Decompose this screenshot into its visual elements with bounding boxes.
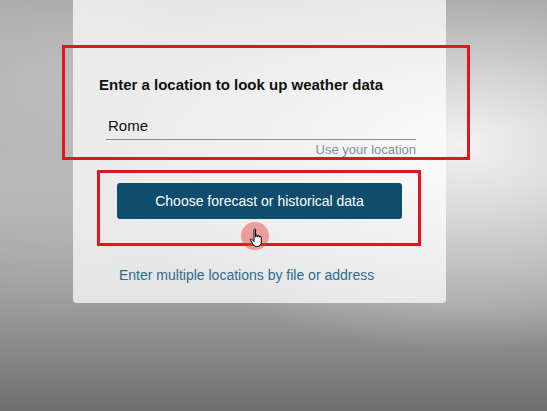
hand-cursor-icon	[249, 228, 265, 248]
form-highlight-box	[62, 45, 470, 160]
location-input[interactable]	[106, 113, 416, 140]
weather-page: Enter a location to look up weather data…	[0, 0, 547, 411]
click-indicator	[241, 222, 269, 250]
form-title: Enter a location to look up weather data	[99, 75, 416, 95]
use-location-link[interactable]: Use your location	[316, 142, 416, 157]
multiple-locations-link[interactable]: Enter multiple locations by file or addr…	[99, 267, 416, 283]
choose-data-button[interactable]: Choose forecast or historical data	[117, 183, 402, 219]
lookup-card: Enter a location to look up weather data…	[73, 0, 446, 303]
location-field: Use your location	[106, 113, 416, 157]
button-highlight-box	[97, 170, 421, 246]
